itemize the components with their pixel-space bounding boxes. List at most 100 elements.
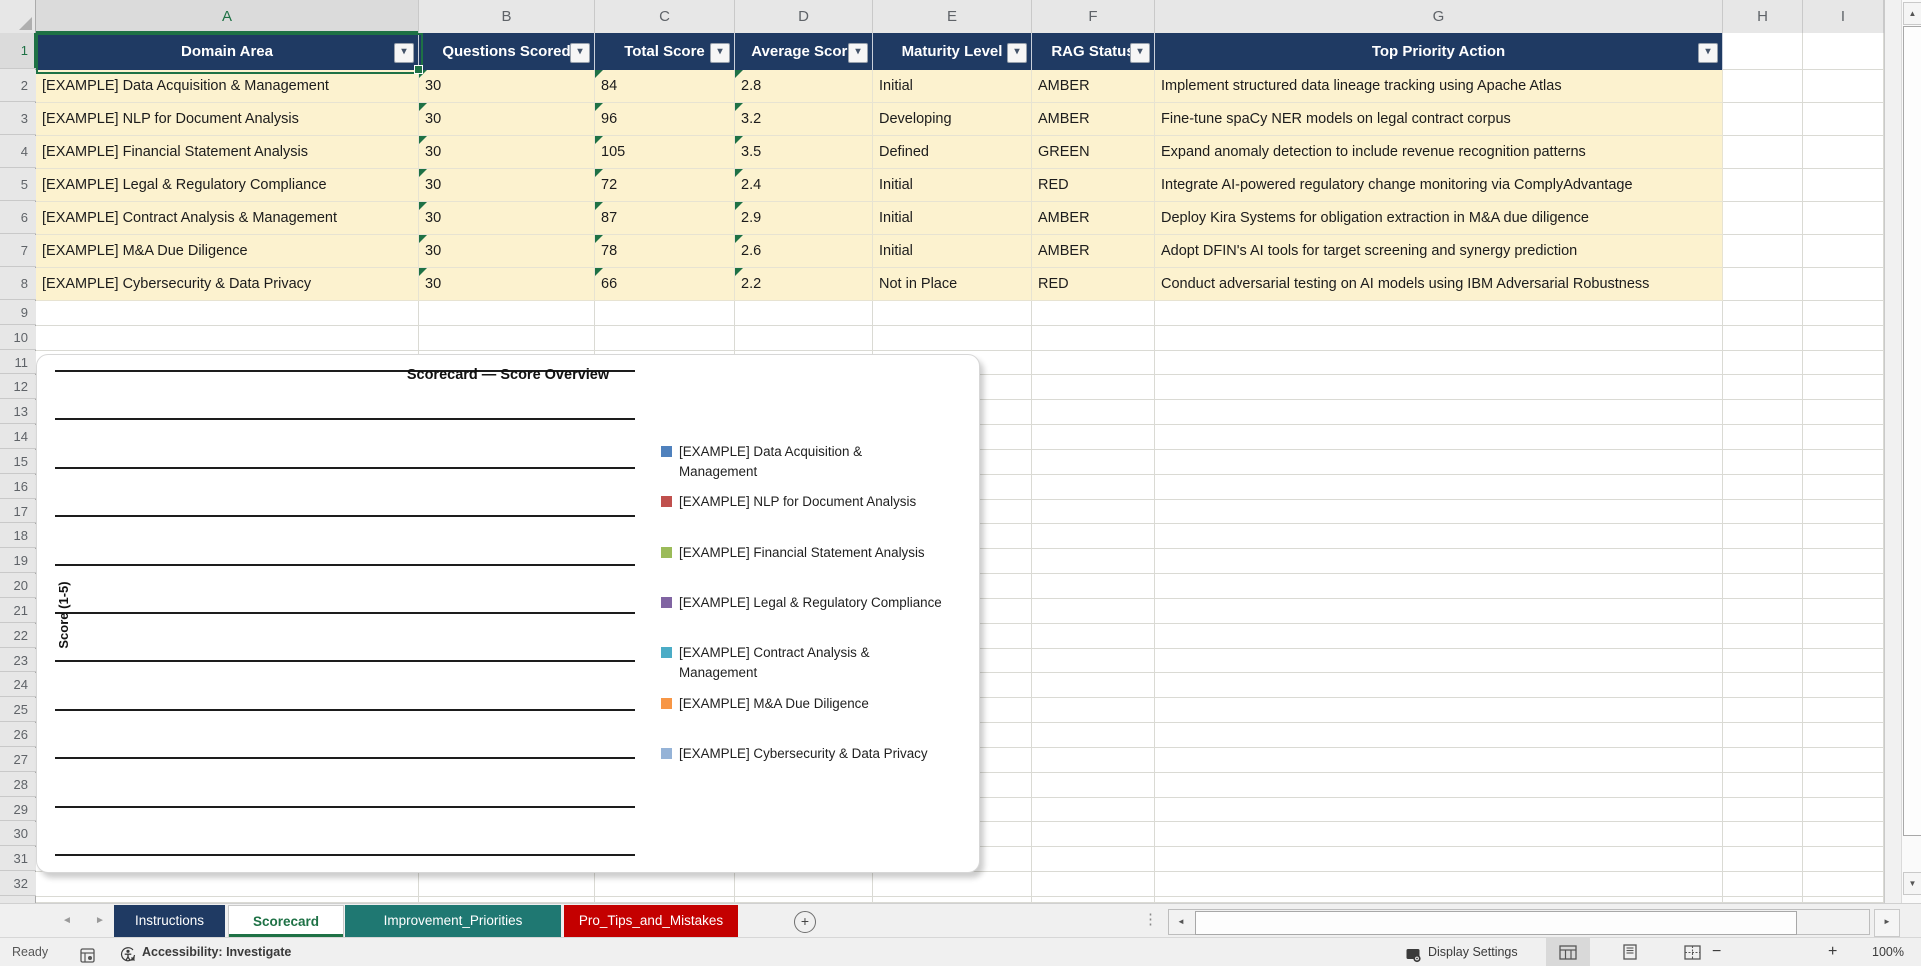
row-header-9[interactable]: 9 <box>0 301 36 325</box>
cell-D2[interactable]: 2.8 <box>735 70 873 103</box>
cell-F8[interactable]: RED <box>1032 268 1155 301</box>
page-break-view-icon[interactable] <box>1670 938 1714 966</box>
cell-B3[interactable]: 30 <box>419 103 595 136</box>
row-header-17[interactable]: 17 <box>0 499 36 524</box>
row-header-10[interactable]: 10 <box>0 325 36 350</box>
row-header-15[interactable]: 15 <box>0 449 36 474</box>
page-layout-view-icon[interactable] <box>1608 938 1652 966</box>
display-settings-button[interactable]: Display Settings <box>1428 938 1518 966</box>
cell-A5[interactable]: [EXAMPLE] Legal & Regulatory Compliance <box>36 169 419 202</box>
row-header-14[interactable]: 14 <box>0 425 36 449</box>
row-header-11[interactable]: 11 <box>0 350 36 375</box>
cell-E3[interactable]: Developing <box>873 103 1032 136</box>
column-header-a[interactable]: A <box>36 0 419 33</box>
column-header-b[interactable]: B <box>419 0 595 33</box>
cell-G3[interactable]: Fine-tune spaCy NER models on legal cont… <box>1155 103 1723 136</box>
scroll-left-icon[interactable]: ◄ <box>1170 911 1192 933</box>
cell-B2[interactable]: 30 <box>419 70 595 103</box>
row-header-27[interactable]: 27 <box>0 747 36 772</box>
column-header-f[interactable]: F <box>1032 0 1155 33</box>
row-header-26[interactable]: 26 <box>0 723 36 747</box>
cell-G2[interactable]: Implement structured data lineage tracki… <box>1155 70 1723 103</box>
cell-D7[interactable]: 2.6 <box>735 235 873 268</box>
cell-D5[interactable]: 2.4 <box>735 169 873 202</box>
column-header-i[interactable]: I <box>1803 0 1884 33</box>
cell-G4[interactable]: Expand anomaly detection to include reve… <box>1155 136 1723 169</box>
row-header-24[interactable]: 24 <box>0 673 36 698</box>
legend-entry[interactable]: [EXAMPLE] Data Acquisition & Management <box>661 442 891 481</box>
cell-F5[interactable]: RED <box>1032 169 1155 202</box>
filter-dropdown-icon[interactable]: ▾ <box>710 43 730 63</box>
cell-A2[interactable]: [EXAMPLE] Data Acquisition & Management <box>36 70 419 103</box>
sheet-tab-improvement-priorities[interactable]: Improvement_Priorities <box>345 905 561 937</box>
cell-B8[interactable]: 30 <box>419 268 595 301</box>
sheet-tab-instructions[interactable]: Instructions <box>114 905 225 937</box>
score-overview-chart[interactable]: Scorecard — Score Overview Score (1-5) [… <box>36 354 980 873</box>
cell-D6[interactable]: 2.9 <box>735 202 873 235</box>
cell-B5[interactable]: 30 <box>419 169 595 202</box>
cell-E5[interactable]: Initial <box>873 169 1032 202</box>
row-header-6[interactable]: 6 <box>0 202 36 234</box>
table-header-6[interactable]: RAG Status ▾ <box>1032 33 1155 70</box>
row-header-25[interactable]: 25 <box>0 698 36 723</box>
column-header-h[interactable]: H <box>1723 0 1803 33</box>
filter-dropdown-icon[interactable]: ▾ <box>394 43 414 63</box>
scroll-down-icon[interactable]: ▼ <box>1903 872 1921 895</box>
cell-C8[interactable]: 66 <box>595 268 735 301</box>
row-header-32[interactable]: 32 <box>0 872 36 896</box>
cell-C4[interactable]: 105 <box>595 136 735 169</box>
row-header-1[interactable]: 1 <box>0 33 36 69</box>
row-header-8[interactable]: 8 <box>0 268 36 300</box>
row-header-3[interactable]: 3 <box>0 103 36 135</box>
cell-E8[interactable]: Not in Place <box>873 268 1032 301</box>
table-header-5[interactable]: Maturity Level ▾ <box>873 33 1032 70</box>
filter-dropdown-icon[interactable]: ▾ <box>1007 43 1027 63</box>
row-header-18[interactable]: 18 <box>0 524 36 549</box>
filter-dropdown-icon[interactable]: ▾ <box>570 43 590 63</box>
cell-D3[interactable]: 3.2 <box>735 103 873 136</box>
cell-A4[interactable]: [EXAMPLE] Financial Statement Analysis <box>36 136 419 169</box>
row-header-21[interactable]: 21 <box>0 598 36 623</box>
cell-G6[interactable]: Deploy Kira Systems for obligation extra… <box>1155 202 1723 235</box>
cell-E4[interactable]: Defined <box>873 136 1032 169</box>
cell-D4[interactable]: 3.5 <box>735 136 873 169</box>
table-header-1[interactable]: Domain Area ▾ <box>36 33 419 70</box>
column-header-c[interactable]: C <box>595 0 735 33</box>
filter-dropdown-icon[interactable]: ▾ <box>1698 43 1718 63</box>
horizontal-scrollbar[interactable]: ◄ <box>1168 909 1870 935</box>
sheet-nav-right-icon[interactable]: ► <box>95 904 105 938</box>
legend-entry[interactable]: [EXAMPLE] NLP for Document Analysis <box>661 492 971 512</box>
cell-A6[interactable]: [EXAMPLE] Contract Analysis & Management <box>36 202 419 235</box>
legend-entry[interactable]: [EXAMPLE] Cybersecurity & Data Privacy <box>661 744 971 764</box>
cell-F3[interactable]: AMBER <box>1032 103 1155 136</box>
cell-C5[interactable]: 72 <box>595 169 735 202</box>
sheet-tab-pro-tips-and-mistakes[interactable]: Pro_Tips_and_Mistakes <box>564 905 738 937</box>
cell-D8[interactable]: 2.2 <box>735 268 873 301</box>
row-header-19[interactable]: 19 <box>0 549 36 574</box>
zoom-in-button[interactable]: + <box>1828 938 1837 966</box>
cell-E6[interactable]: Initial <box>873 202 1032 235</box>
cell-B7[interactable]: 30 <box>419 235 595 268</box>
table-header-7[interactable]: Top Priority Action ▾ <box>1155 33 1723 70</box>
row-header-12[interactable]: 12 <box>0 375 36 400</box>
select-all-button[interactable] <box>0 0 36 33</box>
zoom-level[interactable]: 100% <box>1852 938 1904 966</box>
accessibility-status[interactable]: Accessibility: Investigate <box>142 938 291 966</box>
cell-A7[interactable]: [EXAMPLE] M&A Due Diligence <box>36 235 419 268</box>
horizontal-scroll-thumb[interactable] <box>1195 911 1797 935</box>
filter-dropdown-icon[interactable]: ▾ <box>848 43 868 63</box>
legend-entry[interactable]: [EXAMPLE] Contract Analysis & Management <box>661 643 891 682</box>
row-header-4[interactable]: 4 <box>0 136 36 168</box>
accessibility-icon[interactable] <box>120 945 136 966</box>
cell-C2[interactable]: 84 <box>595 70 735 103</box>
row-header-20[interactable]: 20 <box>0 574 36 598</box>
cell-B4[interactable]: 30 <box>419 136 595 169</box>
row-header-5[interactable]: 5 <box>0 169 36 201</box>
vertical-scroll-thumb[interactable] <box>1903 26 1921 836</box>
scroll-up-icon[interactable]: ▲ <box>1903 2 1921 25</box>
table-header-4[interactable]: Average Score ▾ <box>735 33 873 70</box>
vertical-scrollbar[interactable]: ▲ ▼ <box>1901 0 1921 903</box>
filter-dropdown-icon[interactable]: ▾ <box>1130 43 1150 63</box>
column-header-g[interactable]: G <box>1155 0 1723 33</box>
sheet-nav-left-icon[interactable]: ◄ <box>62 904 72 938</box>
